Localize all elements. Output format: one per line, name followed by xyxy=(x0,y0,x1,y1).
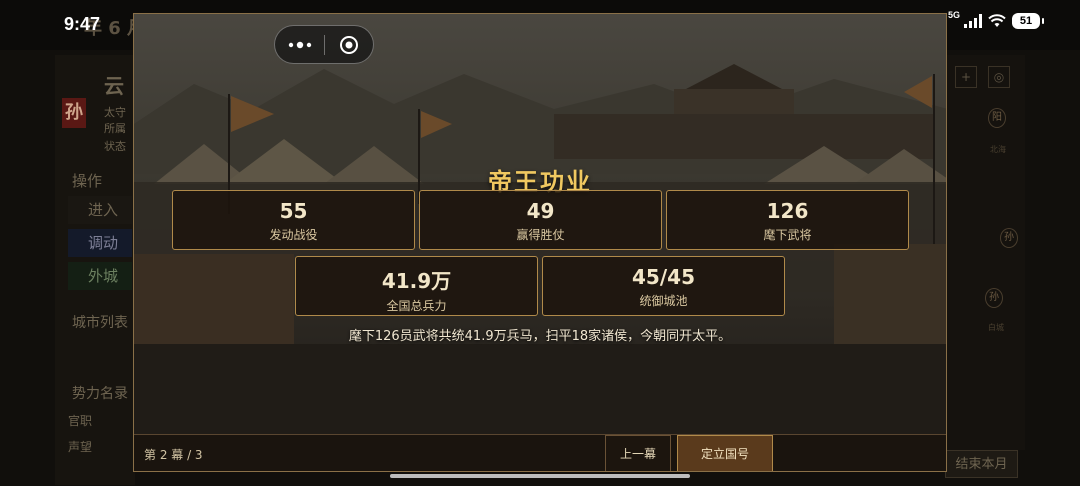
map-city-tag: 孙 xyxy=(1000,228,1018,248)
wifi-icon xyxy=(988,14,1006,27)
background-section-ops: 操作 xyxy=(72,172,103,190)
more-button[interactable] xyxy=(275,25,324,64)
home-indicator[interactable] xyxy=(390,474,690,478)
background-faction-emblem: 孙 xyxy=(62,98,86,128)
miniprogram-capsule xyxy=(274,25,374,64)
background-enter-button: 进入 xyxy=(68,196,132,224)
close-button[interactable] xyxy=(325,25,373,64)
stat-label: 赢得胜仗 xyxy=(516,228,565,242)
background-section-city-list: 城市列表 xyxy=(72,315,128,331)
stat-label: 统御城池 xyxy=(639,294,688,308)
close-circle-icon xyxy=(339,35,358,54)
stat-card-battles: 55 发动战役 xyxy=(172,190,415,250)
status-icons: 5G 51 xyxy=(947,10,1044,29)
status-time: 9:47 xyxy=(64,14,101,34)
summary-text: 麾下126员武将共统41.9万兵马，扫平18家诸侯，今朝同开太平。 xyxy=(348,329,732,344)
map-city-tag: 阳 xyxy=(988,108,1006,128)
establish-dynasty-button[interactable]: 定立国号 xyxy=(677,435,773,471)
stat-card-cities: 45/45 统御城池 xyxy=(542,256,785,316)
stat-card-troops: 41.9万 全国总兵力 xyxy=(295,256,538,316)
plus-icon: + xyxy=(955,66,977,88)
stat-label: 麾下武将 xyxy=(763,228,812,242)
map-city-tag: 孙 xyxy=(985,288,1003,308)
background-section-faction: 势力名录 xyxy=(72,386,128,402)
locate-icon: ◎ xyxy=(988,66,1010,88)
background-move-button: 调动 xyxy=(68,229,132,257)
stat-value: 41.9万 xyxy=(381,269,452,293)
background-end-turn-button: 结束本月 xyxy=(945,450,1018,478)
stat-value: 49 xyxy=(526,199,555,223)
map-city-label: 北海 xyxy=(990,145,1006,154)
signal-icon xyxy=(964,14,982,28)
page-indicator: 第 2 幕 / 3 xyxy=(144,448,203,462)
background-info-line: 太守 xyxy=(104,106,126,119)
previous-act-button[interactable]: 上一幕 xyxy=(605,435,671,471)
achievement-modal: 帝王功业 55 发动战役 49 赢得胜仗 126 麾下武将 41.9万 全国总兵… xyxy=(133,13,947,472)
stat-label: 发动战役 xyxy=(269,228,318,242)
network-type: 5G xyxy=(947,10,960,20)
stat-value: 126 xyxy=(766,199,809,223)
more-dots-icon xyxy=(288,41,311,48)
stat-label: 全国总兵力 xyxy=(386,299,447,313)
background-info-line: 状态 xyxy=(104,140,126,153)
stat-card-victories: 49 赢得胜仗 xyxy=(419,190,662,250)
background-outer-button: 外城 xyxy=(68,262,132,290)
modal-footer: 第 2 幕 / 3 上一幕 定立国号 xyxy=(134,434,946,471)
stat-card-generals: 126 麾下武将 xyxy=(666,190,909,250)
background-faction-row: 官职 xyxy=(68,414,93,428)
stat-value: 45/45 xyxy=(632,265,695,289)
battery-icon: 51 xyxy=(1012,13,1044,29)
stat-value: 55 xyxy=(279,199,308,223)
background-city-name: 云 xyxy=(104,74,124,98)
map-city-label: 白城 xyxy=(988,323,1004,332)
background-info-line: 所属 xyxy=(104,122,126,135)
background-faction-row: 声望 xyxy=(68,440,93,454)
background-map xyxy=(945,55,1025,450)
